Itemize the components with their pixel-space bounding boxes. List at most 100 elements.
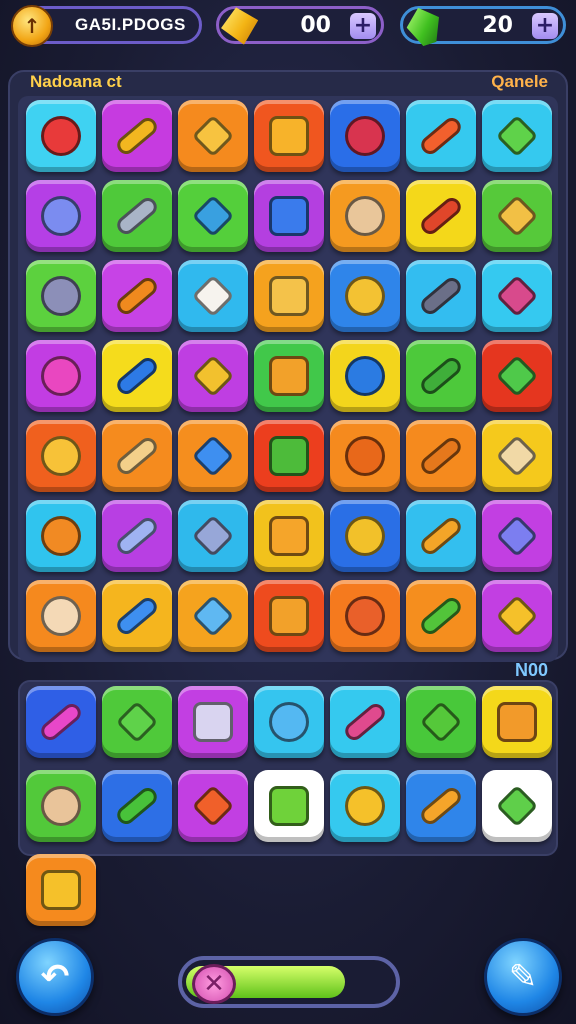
board-tile[interactable] — [406, 100, 476, 172]
add-gems-button[interactable]: + — [532, 13, 558, 39]
board-tile[interactable] — [178, 100, 248, 172]
board-tile[interactable] — [482, 180, 552, 252]
board-tile[interactable] — [178, 340, 248, 412]
tile-icon — [269, 116, 309, 156]
tile-icon — [269, 436, 309, 476]
board-tile[interactable] — [330, 580, 400, 652]
board-tile[interactable] — [102, 420, 172, 492]
tray-tile[interactable] — [178, 770, 248, 842]
tile-icon — [269, 196, 309, 236]
board-tile[interactable] — [406, 580, 476, 652]
tray-tile[interactable] — [102, 770, 172, 842]
board-tile[interactable] — [26, 100, 96, 172]
tray-tile[interactable] — [254, 770, 324, 842]
gem-counter: 20 + — [400, 6, 566, 44]
tray-tile[interactable] — [178, 686, 248, 758]
board-tile[interactable] — [178, 580, 248, 652]
tile-icon — [417, 274, 465, 318]
board-tile[interactable] — [254, 420, 324, 492]
pencil-button[interactable]: ✎ — [484, 938, 562, 1016]
tile-icon — [113, 114, 161, 158]
tile-icon — [41, 870, 81, 910]
board-tile[interactable] — [330, 420, 400, 492]
tray-tile[interactable] — [482, 686, 552, 758]
board-tile[interactable] — [254, 100, 324, 172]
board-tile[interactable] — [254, 500, 324, 572]
tile-icon — [113, 594, 161, 638]
board-tile[interactable] — [178, 500, 248, 572]
tile-icon — [417, 594, 465, 638]
board-tile[interactable] — [482, 100, 552, 172]
board-tile[interactable] — [482, 580, 552, 652]
player-name-pill[interactable]: ↑ GA5I.PDOGS — [11, 5, 202, 47]
board-tile[interactable] — [330, 180, 400, 252]
tray-label: N00 — [514, 660, 548, 680]
tray-tile[interactable] — [102, 686, 172, 758]
tile-icon — [345, 786, 385, 826]
board-tile[interactable] — [102, 500, 172, 572]
board-tile[interactable] — [406, 420, 476, 492]
tile-icon — [193, 702, 233, 742]
tile-icon — [419, 700, 463, 744]
board-tile[interactable] — [406, 500, 476, 572]
tile-icon — [341, 700, 389, 744]
tile-icon — [495, 274, 539, 318]
tray-tile[interactable] — [26, 686, 96, 758]
board-tile[interactable] — [102, 100, 172, 172]
board-tile[interactable] — [406, 180, 476, 252]
board-tile[interactable] — [26, 180, 96, 252]
board-tile[interactable] — [178, 260, 248, 332]
board-tile[interactable] — [26, 500, 96, 572]
tile-icon — [497, 702, 537, 742]
top-bar: ↑ GA5I.PDOGS 00 + 20 + — [0, 0, 576, 52]
tray-tile[interactable] — [482, 770, 552, 842]
board-title-left: Nadoana ct — [30, 72, 122, 91]
board-grid — [18, 96, 558, 662]
board-tile[interactable] — [482, 340, 552, 412]
board-tile[interactable] — [178, 180, 248, 252]
board-tile[interactable] — [482, 260, 552, 332]
tile-icon — [113, 434, 161, 478]
board-tile[interactable] — [330, 260, 400, 332]
board-tile[interactable] — [178, 420, 248, 492]
board-tile[interactable] — [254, 340, 324, 412]
board-tile[interactable] — [26, 340, 96, 412]
board-tile[interactable] — [482, 420, 552, 492]
board-tile[interactable] — [330, 100, 400, 172]
player-coin-icon: ↑ — [11, 5, 53, 47]
tray-tile[interactable] — [330, 770, 400, 842]
board-tile[interactable] — [102, 180, 172, 252]
board-tile[interactable] — [482, 500, 552, 572]
board-tile[interactable] — [406, 340, 476, 412]
board-tile[interactable] — [254, 260, 324, 332]
board-tile[interactable] — [26, 420, 96, 492]
tile-icon — [41, 116, 81, 156]
tile-icon — [269, 702, 309, 742]
board-tile[interactable] — [102, 340, 172, 412]
tile-icon — [417, 354, 465, 398]
tray-tile[interactable] — [26, 770, 96, 842]
tray-tile[interactable] — [330, 686, 400, 758]
add-gold-button[interactable]: + — [350, 13, 376, 39]
tile-icon — [191, 514, 235, 558]
tray-tile[interactable] — [406, 770, 476, 842]
progress-knob[interactable]: ✕ — [192, 964, 236, 1004]
board-tile[interactable] — [102, 260, 172, 332]
board-tile[interactable] — [26, 260, 96, 332]
tile-icon — [191, 194, 235, 238]
undo-button[interactable]: ↶ — [16, 938, 94, 1016]
board-tile[interactable] — [254, 180, 324, 252]
board-tile[interactable] — [406, 260, 476, 332]
board-tile[interactable] — [330, 340, 400, 412]
tray-tile[interactable] — [254, 686, 324, 758]
board-tile[interactable] — [330, 500, 400, 572]
board-tile[interactable] — [254, 580, 324, 652]
tray-tile[interactable] — [406, 686, 476, 758]
board-tile[interactable] — [26, 580, 96, 652]
tile-icon — [345, 116, 385, 156]
tray-tile[interactable] — [26, 854, 96, 926]
tile-icon — [269, 516, 309, 556]
tile-icon — [269, 356, 309, 396]
board-tile[interactable] — [102, 580, 172, 652]
tile-icon — [495, 194, 539, 238]
